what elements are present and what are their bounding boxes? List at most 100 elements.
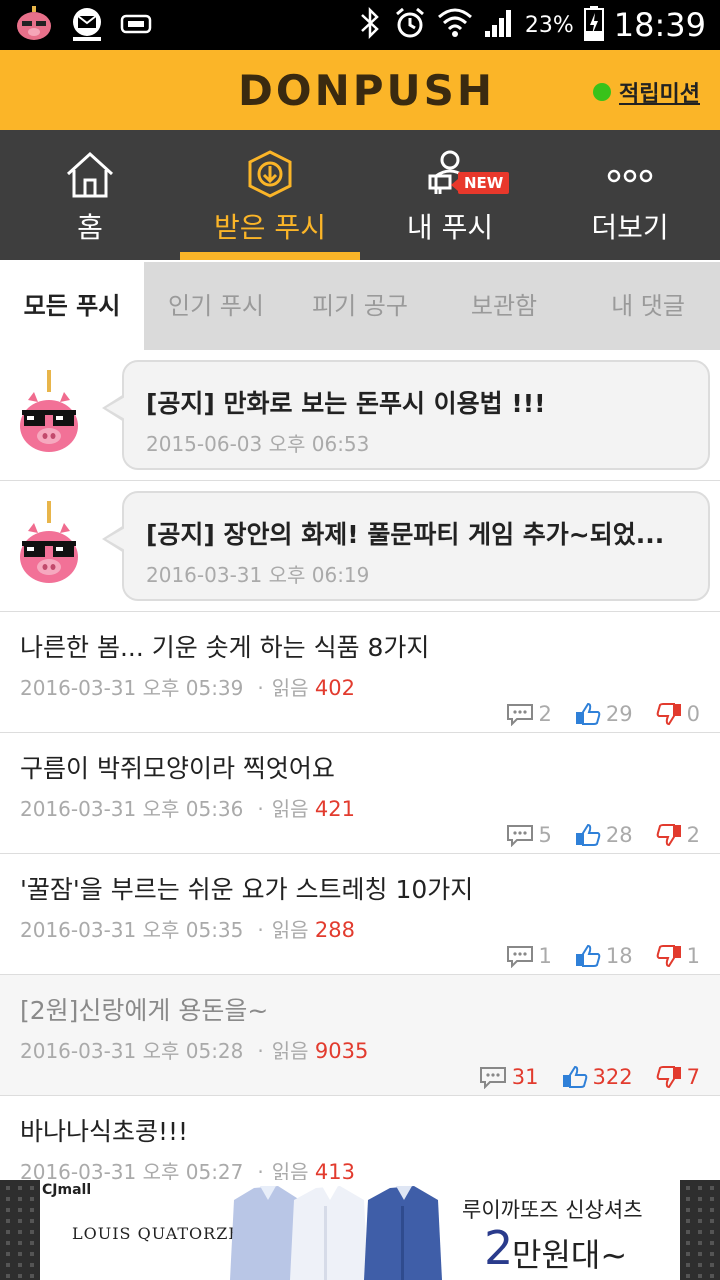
ad-pattern-dot	[710, 1263, 714, 1267]
like-stat[interactable]: 28	[574, 823, 633, 847]
ad-pattern-dot	[698, 1208, 702, 1212]
sub-tabs: 모든 푸시 인기 푸시 피기 공구 보관함 내 댓글	[0, 262, 720, 350]
post-item[interactable]: [2원]신랑에게 용돈을~ 2016-03-31 오후 05:28 · 읽음 903…	[0, 975, 720, 1096]
dislike-stat[interactable]: 0	[655, 702, 700, 726]
ad-pattern-dot	[698, 1263, 702, 1267]
ad-pattern-dot	[710, 1230, 714, 1234]
post-meta: 2016-03-31 오후 05:35 · 읽음 288	[20, 918, 356, 942]
ad-pattern-dot	[6, 1252, 10, 1256]
ad-pattern-dot	[18, 1263, 22, 1267]
like-stat[interactable]: 18	[574, 944, 633, 968]
alarm-icon	[393, 6, 427, 44]
dislike-count: 1	[686, 944, 700, 968]
ad-pattern-dot	[686, 1186, 690, 1190]
post-title: '꿀잠'을 부르는 쉬운 요가 스트레칭 10가지	[20, 875, 474, 904]
nav-received-push[interactable]: 받은 푸시	[180, 130, 360, 260]
ad-pattern-dot	[18, 1241, 22, 1245]
shirts-image	[230, 1186, 442, 1280]
ad-pattern-dot	[6, 1241, 10, 1245]
nav-received-push-label: 받은 푸시	[214, 211, 326, 244]
dislike-stat[interactable]: 7	[655, 1065, 700, 1089]
tab-my-comments[interactable]: 내 댓글	[576, 262, 720, 350]
tab-popular-push[interactable]: 인기 푸시	[144, 262, 288, 350]
nav-more-label: 더보기	[591, 211, 669, 244]
notice-item[interactable]: [공지] 만화로 보는 돈푸시 이용법 !!! 2015-06-03 오후 06…	[0, 350, 720, 481]
post-date: 2016-03-31 오후 05:28	[20, 1039, 244, 1063]
post-stats: 2 29 0	[505, 702, 700, 726]
ad-pattern-dot	[710, 1241, 714, 1245]
status-bar: 23% 18:39	[0, 0, 720, 50]
comment-count: 5	[538, 823, 552, 847]
notice-item[interactable]: [공지] 장안의 화제! 풀문파티 게임 추가~되었... 2016-03-31…	[0, 481, 720, 612]
dislike-count: 7	[686, 1065, 700, 1089]
ad-pattern-dot	[710, 1186, 714, 1190]
ad-pattern-dot	[6, 1208, 10, 1212]
read-count: 288	[314, 918, 356, 942]
dislike-stat[interactable]: 1	[655, 944, 700, 968]
ad-pattern-dot	[686, 1241, 690, 1245]
pig-avatar-icon	[20, 501, 78, 583]
post-date: 2016-03-31 오후 05:35	[20, 918, 244, 942]
signal-icon	[483, 7, 515, 43]
notice-bubble: [공지] 만화로 보는 돈푸시 이용법 !!! 2015-06-03 오후 06…	[102, 360, 710, 470]
read-count: 421	[314, 797, 356, 821]
nav-more[interactable]: 더보기	[540, 130, 720, 260]
ad-price-number: 2	[484, 1221, 514, 1275]
battery-charging-icon	[583, 5, 604, 45]
ad-pattern-dot	[6, 1263, 10, 1267]
ad-pattern-dot	[686, 1274, 690, 1278]
tab-piggy-group-buy[interactable]: 피기 공구	[288, 262, 432, 350]
ad-pattern-dot	[18, 1230, 22, 1234]
post-item[interactable]: 구름이 박쥐모양이라 찍엇어요 2016-03-31 오후 05:36 · 읽음 4…	[0, 733, 720, 854]
dislike-count: 2	[686, 823, 700, 847]
ad-banner[interactable]: CJmall LOUIS QUATORZE 루이까또즈 신상셔츠 2 만원대~	[0, 1180, 720, 1280]
ad-pattern-dot	[698, 1197, 702, 1201]
ad-pattern-dot	[30, 1208, 34, 1212]
post-date: 2016-03-31 오후 05:39	[20, 676, 244, 700]
reads-label: 읽음	[271, 797, 309, 821]
ad-pattern-dot	[698, 1274, 702, 1278]
like-count: 322	[592, 1065, 633, 1089]
ad-pattern-dot	[698, 1252, 702, 1256]
ad-pattern-dot	[686, 1230, 690, 1234]
status-left-icons	[14, 6, 152, 46]
like-stat[interactable]: 322	[561, 1065, 633, 1089]
ad-pattern-dot	[710, 1274, 714, 1278]
comment-icon	[479, 1067, 506, 1089]
nav-my-push[interactable]: NEW 내 푸시	[360, 130, 540, 260]
ad-pattern-dot	[686, 1263, 690, 1267]
dislike-stat[interactable]: 2	[655, 823, 700, 847]
ad-pattern-right	[680, 1180, 720, 1280]
comment-stat[interactable]: 1	[505, 944, 552, 968]
ad-pattern-dot	[6, 1197, 10, 1201]
post-stats: 31 322 7	[478, 1065, 700, 1089]
ad-pattern-dot	[710, 1208, 714, 1212]
comment-stat[interactable]: 2	[505, 702, 552, 726]
comment-stat[interactable]: 31	[478, 1065, 539, 1089]
comment-count: 31	[511, 1065, 539, 1089]
post-item[interactable]: 나른한 봄... 기운 솟게 하는 식품 8가지 2016-03-31 오후 0…	[0, 612, 720, 733]
tab-all-push[interactable]: 모든 푸시	[0, 262, 144, 350]
mission-status-dot	[593, 83, 612, 101]
comment-stat[interactable]: 5	[505, 823, 552, 847]
ad-pattern-dot	[18, 1252, 22, 1256]
new-badge: NEW	[450, 172, 510, 194]
like-stat[interactable]: 29	[574, 702, 633, 726]
tab-archive[interactable]: 보관함	[432, 262, 576, 350]
ad-pattern-dot	[18, 1274, 22, 1278]
ad-pattern-dot	[18, 1219, 22, 1223]
ad-pattern-dot	[710, 1197, 714, 1201]
ad-brand: LOUIS QUATORZE	[72, 1224, 242, 1243]
app-logo: DONPUSH	[238, 66, 496, 115]
post-item[interactable]: '꿀잠'을 부르는 쉬운 요가 스트레칭 10가지 2016-03-31 오후 …	[0, 854, 720, 975]
ad-pattern-dot	[710, 1252, 714, 1256]
thumbs-up-icon	[562, 1065, 587, 1088]
home-icon	[66, 151, 114, 198]
app-header: DONPUSH 적립미션	[0, 50, 720, 130]
nav-home[interactable]: 홈	[0, 130, 180, 260]
notice-title: [공지] 장안의 화제! 풀문파티 게임 추가~되었...	[146, 520, 665, 549]
tray-icon	[120, 12, 152, 40]
ad-pattern-dot	[686, 1219, 690, 1223]
push-inbox-icon	[248, 150, 292, 198]
mission-link[interactable]: 적립미션	[593, 76, 700, 108]
